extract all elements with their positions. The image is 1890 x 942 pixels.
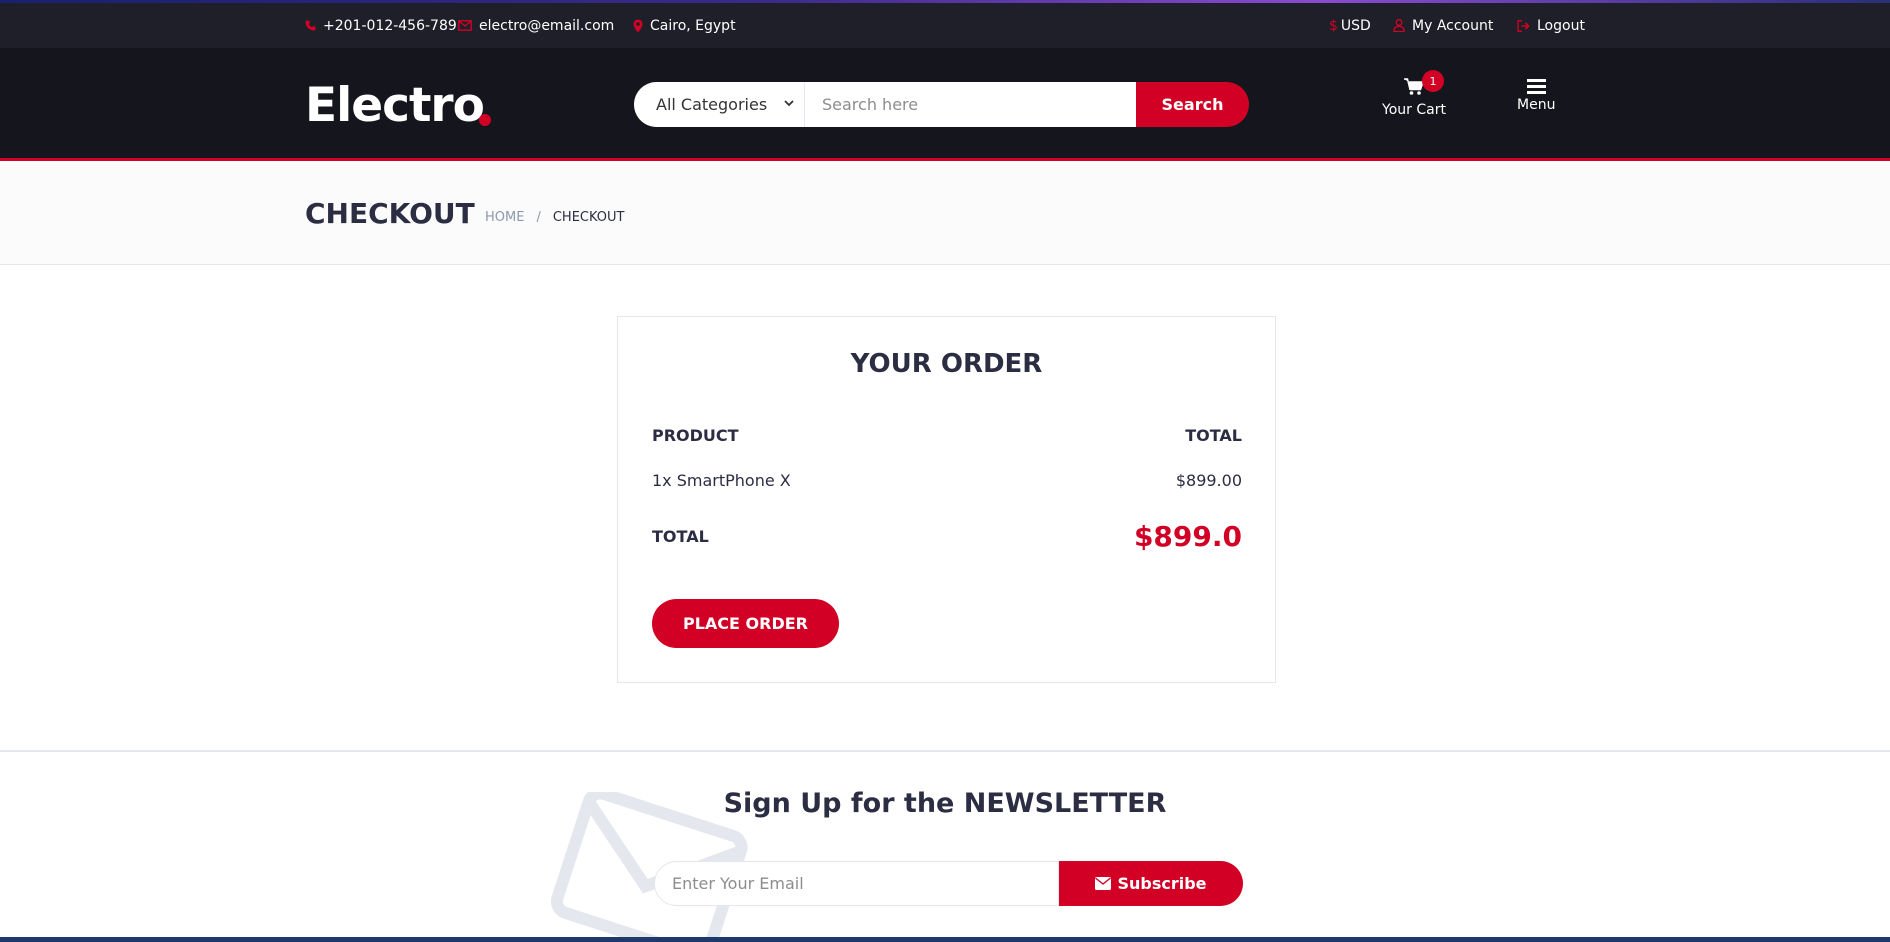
- subscribe-button[interactable]: Subscribe: [1059, 861, 1243, 906]
- order-title: YOUR ORDER: [850, 349, 1043, 379]
- my-account-link[interactable]: My Account: [1393, 3, 1493, 48]
- order-item-row: 1x SmartPhone X $899.00: [652, 471, 1242, 490]
- logo-dot: [479, 114, 491, 126]
- email-link[interactable]: electro@email.com: [458, 3, 614, 48]
- my-account-text: My Account: [1412, 17, 1494, 34]
- category-selected: All Categories: [656, 95, 768, 114]
- page-title: CHECKOUT: [305, 197, 475, 230]
- newsletter-title-prefix: Sign Up for the: [723, 788, 964, 819]
- phone-link[interactable]: +201-012-456-789: [305, 3, 457, 48]
- sign-out-icon: [1517, 19, 1530, 32]
- search-button[interactable]: Search: [1136, 82, 1249, 127]
- search-input[interactable]: [805, 82, 1136, 127]
- newsletter-title: Sign Up for the NEWSLETTER: [0, 788, 1890, 819]
- order-summary: YOUR ORDER PRODUCT TOTAL 1x SmartPhone X…: [617, 316, 1276, 683]
- subscribe-label: Subscribe: [1117, 874, 1207, 893]
- menu-icon: [1526, 79, 1546, 94]
- order-col-headers: PRODUCT TOTAL: [652, 426, 1242, 445]
- logout-link[interactable]: Logout: [1517, 3, 1585, 48]
- cart-link[interactable]: 1 Your Cart: [1382, 70, 1446, 118]
- breadcrumb-home-link[interactable]: HOME: [485, 210, 524, 225]
- cart-qty-badge: 1: [1421, 70, 1444, 92]
- category-select[interactable]: All Categories: [634, 82, 805, 127]
- order-item-price: $899.00: [1175, 471, 1242, 490]
- cart-icon-wrap: 1: [1403, 70, 1444, 100]
- breadcrumb-links: HOME / CHECKOUT: [485, 210, 625, 225]
- order-item-name: 1x SmartPhone X: [652, 471, 791, 490]
- phone-icon: [305, 20, 316, 31]
- cart-label: Your Cart: [1382, 102, 1446, 118]
- envelope-icon: [458, 20, 472, 31]
- newsletter-title-bold: NEWSLETTER: [963, 788, 1167, 819]
- menu-label: Menu: [1517, 97, 1556, 113]
- col-total: TOTAL: [1185, 426, 1242, 445]
- top-header: +201-012-456-789 electro@email.com Cairo…: [0, 3, 1890, 48]
- location-link[interactable]: Cairo, Egypt: [633, 3, 736, 48]
- breadcrumb-separator: /: [536, 210, 541, 225]
- currency-text: USD: [1340, 17, 1371, 34]
- breadcrumb-current: CHECKOUT: [552, 210, 625, 225]
- currency-link[interactable]: $ USD: [1329, 3, 1371, 48]
- dollar-icon: $: [1329, 17, 1338, 34]
- order-total-value: $899.0: [1133, 519, 1242, 553]
- main-header: Electro All Categories Search 1 Your Car…: [0, 48, 1890, 161]
- map-marker-icon: [633, 19, 643, 32]
- newsletter-form: Subscribe: [654, 861, 1243, 906]
- user-icon: [1393, 19, 1405, 32]
- order-total-row: TOTAL $899.0: [652, 516, 1242, 556]
- menu-toggle[interactable]: Menu: [1517, 78, 1555, 113]
- logo[interactable]: Electro: [305, 78, 485, 133]
- logout-text: Logout: [1537, 17, 1585, 34]
- phone-text: +201-012-456-789: [323, 17, 457, 34]
- location-text: Cairo, Egypt: [650, 17, 736, 34]
- breadcrumb: CHECKOUT HOME / CHECKOUT: [0, 164, 1890, 265]
- shopping-cart-icon: [1403, 78, 1424, 95]
- place-order-button[interactable]: PLACE ORDER: [652, 599, 839, 648]
- search-form: All Categories Search: [634, 82, 1249, 127]
- col-product: PRODUCT: [652, 426, 739, 445]
- chevron-down-icon: [784, 100, 794, 107]
- newsletter-section: Sign Up for the NEWSLETTER Subscribe: [0, 750, 1890, 942]
- bottom-edge: [0, 937, 1890, 942]
- order-total-label: TOTAL: [652, 526, 709, 546]
- envelope-icon: [1095, 877, 1112, 890]
- email-text: electro@email.com: [479, 17, 615, 34]
- newsletter-email-input[interactable]: [654, 861, 1059, 906]
